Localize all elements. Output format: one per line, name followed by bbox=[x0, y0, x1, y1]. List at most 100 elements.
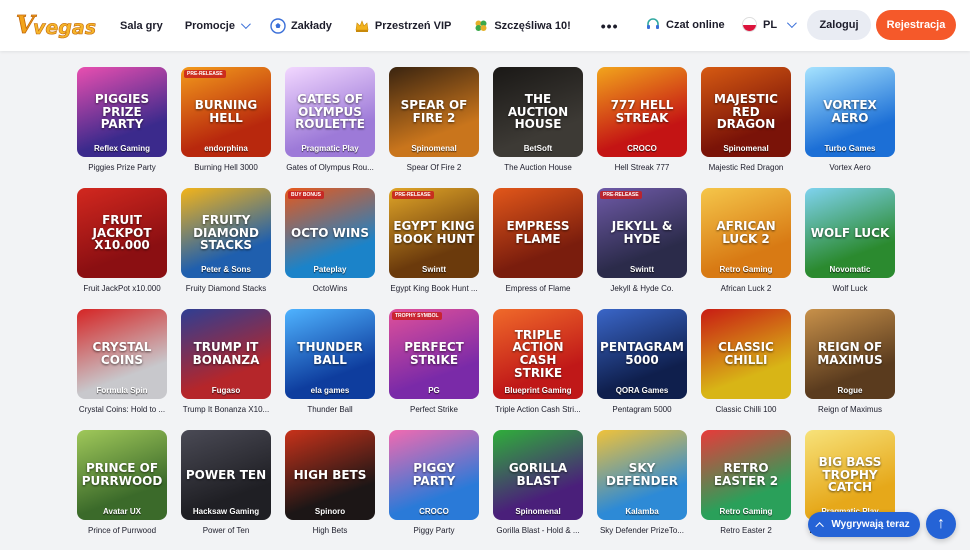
game-tile[interactable]: Crystal Coins Formula Spin Crystal Coins: … bbox=[77, 309, 167, 414]
game-thumbnail[interactable]: Empress Flame bbox=[493, 188, 583, 278]
game-title[interactable]: Prince of Purrwood bbox=[77, 526, 167, 535]
game-thumbnail[interactable]: African Luck 2 Retro Gaming bbox=[701, 188, 791, 278]
game-thumbnail[interactable]: Pre-release Jekyll & Hyde Swintt bbox=[597, 188, 687, 278]
game-tile[interactable]: Vortex Aero Turbo Games Vortex Aero bbox=[805, 67, 895, 172]
game-title[interactable]: OctoWins bbox=[285, 284, 375, 293]
game-thumbnail[interactable]: Trump It Bonanza Fugaso bbox=[181, 309, 271, 399]
game-thumbnail[interactable]: Pre-release Burning Hell endorphina bbox=[181, 67, 271, 157]
game-thumbnail[interactable]: Thunder Ball ela games bbox=[285, 309, 375, 399]
scroll-to-top-button[interactable]: ↑ bbox=[926, 509, 956, 539]
game-title[interactable]: Crystal Coins: Hold to ... bbox=[77, 405, 167, 414]
game-tile[interactable]: Spear of Fire 2 Spinomenal Spear Of Fire 2 bbox=[389, 67, 479, 172]
more-menu-button[interactable]: ••• bbox=[601, 18, 619, 34]
game-thumbnail[interactable]: Fruit Jackpot x10.000 bbox=[77, 188, 167, 278]
game-thumbnail[interactable]: Triple Action Cash Strike Blueprint Gamin… bbox=[493, 309, 583, 399]
game-title[interactable]: Trump It Bonanza X10... bbox=[181, 405, 271, 414]
game-title[interactable]: Majestic Red Dragon bbox=[701, 163, 791, 172]
game-title[interactable]: Gorilla Blast - Hold & ... bbox=[493, 526, 583, 535]
game-tile[interactable]: Sky Defender Kalamba Sky Defender PrizeTo.… bbox=[597, 430, 687, 535]
game-thumbnail[interactable]: Retro Easter 2 Retro Gaming bbox=[701, 430, 791, 520]
game-title[interactable]: Perfect Strike bbox=[389, 405, 479, 414]
game-title[interactable]: The Auction House bbox=[493, 163, 583, 172]
game-thumbnail[interactable]: Sky Defender Kalamba bbox=[597, 430, 687, 520]
game-title[interactable]: Gates of Olympus Rou... bbox=[285, 163, 375, 172]
game-title[interactable]: Piggies Prize Party bbox=[77, 163, 167, 172]
game-tile[interactable]: Pre-release Egypt King Book Hunt Swintt Egy… bbox=[389, 188, 479, 293]
game-thumbnail[interactable]: Classic Chilli bbox=[701, 309, 791, 399]
nav-sala-gry[interactable]: Sala gry bbox=[120, 20, 163, 32]
game-title[interactable]: Reign of Maximus bbox=[805, 405, 895, 414]
game-thumbnail[interactable]: 777 Hell Streak CROCO bbox=[597, 67, 687, 157]
game-thumbnail[interactable]: Fruity Diamond Stacks Peter & Sons bbox=[181, 188, 271, 278]
game-title[interactable]: Triple Action Cash Stri... bbox=[493, 405, 583, 414]
game-title[interactable]: High Bets bbox=[285, 526, 375, 535]
game-title[interactable]: Burning Hell 3000 bbox=[181, 163, 271, 172]
game-thumbnail[interactable]: Reign of Maximus Rogue bbox=[805, 309, 895, 399]
game-title[interactable]: Piggy Party bbox=[389, 526, 479, 535]
nav-promocje[interactable]: Promocje bbox=[185, 19, 251, 32]
game-title[interactable]: Jekyll & Hyde Co. bbox=[597, 284, 687, 293]
game-thumbnail[interactable]: Pre-release Egypt King Book Hunt Swintt bbox=[389, 188, 479, 278]
game-thumbnail[interactable]: Big Bass Trophy CatchPragmatic Play bbox=[805, 430, 895, 520]
nav-szczesliwa-10[interactable]: Szczęśliwa 10! bbox=[473, 18, 571, 34]
game-thumbnail[interactable]: Spear of Fire 2 Spinomenal bbox=[389, 67, 479, 157]
trending-wins-button[interactable]: Wygrywają teraz bbox=[808, 512, 920, 537]
language-selector[interactable]: PL bbox=[742, 17, 797, 32]
game-tile[interactable]: Triple Action Cash Strike Blueprint Gamin… bbox=[493, 309, 583, 414]
game-tile[interactable]: African Luck 2 Retro Gaming African Luck 2 bbox=[701, 188, 791, 293]
game-thumbnail[interactable]: Wolf Luck Novomatic bbox=[805, 188, 895, 278]
game-tile[interactable]: Pre-release Jekyll & Hyde Swintt Jekyll & H… bbox=[597, 188, 687, 293]
game-tile[interactable]: Prince of Purrwood Avatar UX Prince of Pur… bbox=[77, 430, 167, 535]
game-thumbnail[interactable]: Vortex Aero Turbo Games bbox=[805, 67, 895, 157]
vvegas-logo[interactable]: V vegas bbox=[14, 8, 96, 42]
game-thumbnail[interactable]: Buy bonus Octo Wins Pateplay bbox=[285, 188, 375, 278]
game-title[interactable]: Wolf Luck bbox=[805, 284, 895, 293]
live-chat-button[interactable]: Czat online bbox=[645, 17, 725, 33]
login-button[interactable]: Zaloguj bbox=[807, 10, 871, 40]
game-thumbnail[interactable]: Gorilla Blast Spinomenal bbox=[493, 430, 583, 520]
game-tile[interactable]: Power Ten Hacksaw Gaming Power of Ten bbox=[181, 430, 271, 535]
game-thumbnail[interactable]: The Auction House BetSoft bbox=[493, 67, 583, 157]
game-tile[interactable]: Trophy symbol Perfect Strike PG Perfect Str… bbox=[389, 309, 479, 414]
game-tile[interactable]: Wolf Luck Novomatic Wolf Luck bbox=[805, 188, 895, 293]
game-title[interactable]: Fruity Diamond Stacks bbox=[181, 284, 271, 293]
game-title[interactable]: Thunder Ball bbox=[285, 405, 375, 414]
game-title[interactable]: Classic Chilli 100 bbox=[701, 405, 791, 414]
game-tile[interactable]: 777 Hell Streak CROCO Hell Streak 777 bbox=[597, 67, 687, 172]
game-tile[interactable]: Fruity Diamond Stacks Peter & Sons Fruity … bbox=[181, 188, 271, 293]
game-thumbnail[interactable]: Crystal Coins Formula Spin bbox=[77, 309, 167, 399]
game-title[interactable]: Retro Easter 2 bbox=[701, 526, 791, 535]
game-tile[interactable]: Majestic Red Dragon Spinomenal Majestic Re… bbox=[701, 67, 791, 172]
game-tile[interactable]: Fruit Jackpot x10.000 Fruit JackPot x10.0… bbox=[77, 188, 167, 293]
game-title[interactable]: Pentagram 5000 bbox=[597, 405, 687, 414]
game-tile[interactable]: Reign of Maximus Rogue Reign of Maximus bbox=[805, 309, 895, 414]
game-thumbnail[interactable]: Piggies Prize Party Reflex Gaming bbox=[77, 67, 167, 157]
game-tile[interactable]: Buy bonus Octo Wins Pateplay OctoWins bbox=[285, 188, 375, 293]
game-title[interactable]: Spear Of Fire 2 bbox=[389, 163, 479, 172]
game-title[interactable]: Egypt King Book Hunt ... bbox=[389, 284, 479, 293]
game-tile[interactable]: Pre-release Burning Hell endorphina Burning… bbox=[181, 67, 271, 172]
register-button[interactable]: Rejestracja bbox=[876, 10, 956, 40]
nav-vip[interactable]: Przestrzeń VIP bbox=[354, 18, 451, 34]
game-tile[interactable]: Retro Easter 2 Retro Gaming Retro Easter 2 bbox=[701, 430, 791, 535]
game-tile[interactable]: High Bets Spinoro High Bets bbox=[285, 430, 375, 535]
game-tile[interactable]: Classic Chilli Classic Chilli 100 bbox=[701, 309, 791, 414]
game-tile[interactable]: Gates of Olympus Roulette Pragmatic Play G… bbox=[285, 67, 375, 172]
game-thumbnail[interactable]: Trophy symbol Perfect Strike PG bbox=[389, 309, 479, 399]
game-thumbnail[interactable]: Gates of Olympus Roulette Pragmatic Play bbox=[285, 67, 375, 157]
game-tile[interactable]: Trump It Bonanza Fugaso Trump It Bonanza X… bbox=[181, 309, 271, 414]
game-title[interactable]: Vortex Aero bbox=[805, 163, 895, 172]
game-tile[interactable]: Thunder Ball ela games Thunder Ball bbox=[285, 309, 375, 414]
game-thumbnail[interactable]: Majestic Red Dragon Spinomenal bbox=[701, 67, 791, 157]
game-title[interactable]: Empress of Flame bbox=[493, 284, 583, 293]
game-tile[interactable]: Empress Flame Empress of Flame bbox=[493, 188, 583, 293]
game-thumbnail[interactable]: Power Ten Hacksaw Gaming bbox=[181, 430, 271, 520]
game-tile[interactable]: Piggies Prize Party Reflex Gaming Piggies … bbox=[77, 67, 167, 172]
game-thumbnail[interactable]: Pentagram 5000 QORA Games bbox=[597, 309, 687, 399]
game-title[interactable]: Power of Ten bbox=[181, 526, 271, 535]
game-thumbnail[interactable]: Piggy Party CROCO bbox=[389, 430, 479, 520]
nav-zaklady[interactable]: Zakłady bbox=[270, 17, 332, 34]
game-thumbnail[interactable]: Prince of Purrwood Avatar UX bbox=[77, 430, 167, 520]
game-title[interactable]: African Luck 2 bbox=[701, 284, 791, 293]
game-thumbnail[interactable]: High Bets Spinoro bbox=[285, 430, 375, 520]
